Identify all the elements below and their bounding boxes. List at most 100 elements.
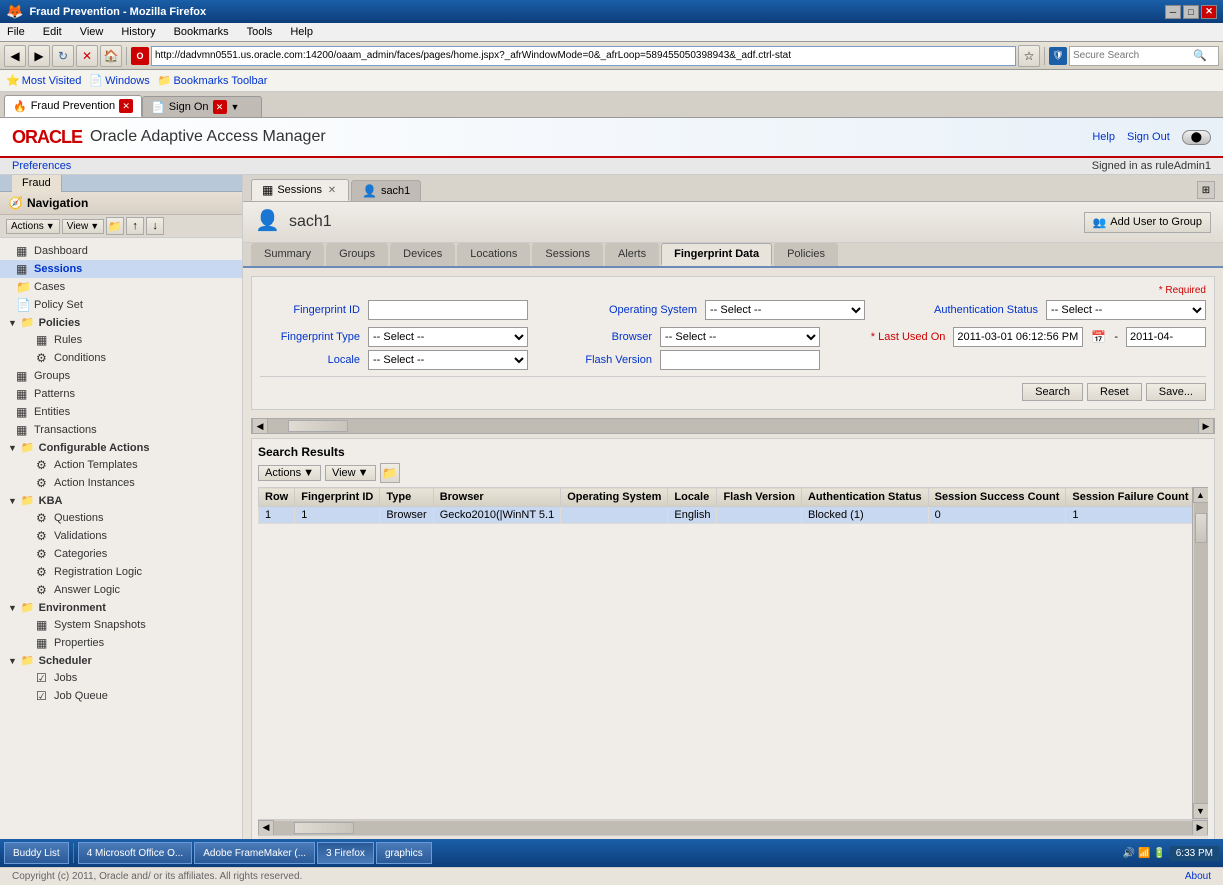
float-window-btn[interactable]: ⊞ <box>1197 181 1215 199</box>
sidebar-item-entities[interactable]: ▦ Entities <box>0 403 242 421</box>
signon-tab-close[interactable]: ✕ <box>213 100 227 114</box>
sidebar-item-jobs[interactable]: ☑ Jobs <box>0 669 242 687</box>
results-folder-btn[interactable]: 📁 <box>380 463 400 483</box>
sidebar-group-environment[interactable]: ▼ 📁 Environment <box>0 599 242 616</box>
sidebar-item-properties[interactable]: ▦ Properties <box>0 634 242 652</box>
taskbar-graphics[interactable]: graphics <box>376 842 432 864</box>
preferences-link[interactable]: Preferences <box>12 160 71 172</box>
sidebar-item-categories[interactable]: ⚙ Categories <box>0 545 242 563</box>
flash-version-input[interactable] <box>660 350 820 370</box>
fraud-tab-close[interactable]: ✕ <box>119 99 133 113</box>
results-h-thumb[interactable] <box>294 822 354 834</box>
last-used-on-to-input[interactable] <box>1126 327 1206 347</box>
sidebar-item-action-templates[interactable]: ⚙ Action Templates <box>0 456 242 474</box>
menu-tools[interactable]: Tools <box>244 25 276 39</box>
menu-history[interactable]: History <box>118 25 158 39</box>
stop-btn[interactable]: ✕ <box>76 45 98 67</box>
sub-tab-devices[interactable]: Devices <box>390 243 455 266</box>
sub-tab-sessions[interactable]: Sessions <box>532 243 603 266</box>
sidebar-group-scheduler[interactable]: ▼ 📁 Scheduler <box>0 652 242 669</box>
menu-file[interactable]: File <box>4 25 28 39</box>
sidebar-item-patterns[interactable]: ▦ Patterns <box>0 385 242 403</box>
back-btn[interactable]: ◀ <box>4 45 26 67</box>
view-dropdown-btn[interactable]: View ▼ <box>62 219 104 234</box>
sub-tab-groups[interactable]: Groups <box>326 243 388 266</box>
sidebar-group-policies[interactable]: ▼ 📁 Policies <box>0 314 242 331</box>
minimize-btn[interactable]: ─ <box>1165 5 1181 19</box>
tab-menu-icon[interactable]: ▼ <box>231 102 240 112</box>
sidebar-item-validations[interactable]: ⚙ Validations <box>0 527 242 545</box>
menu-help[interactable]: Help <box>287 25 316 39</box>
h-scroll-right-btn[interactable]: ▶ <box>1198 418 1214 434</box>
sub-tab-alerts[interactable]: Alerts <box>605 243 659 266</box>
reload-btn[interactable]: ↻ <box>52 45 74 67</box>
table-row[interactable]: 1 1 Browser Gecko2010(|WinNT 5.1 English… <box>259 507 1193 524</box>
url-input[interactable] <box>151 46 1016 66</box>
last-used-on-from-input[interactable] <box>953 327 1083 347</box>
browser-tab-fraud[interactable]: 🔥 Fraud Prevention ✕ <box>4 95 142 117</box>
operating-system-select[interactable]: -- Select -- <box>705 300 865 320</box>
scroll-down-btn[interactable]: ▼ <box>1193 803 1209 819</box>
results-actions-btn[interactable]: Actions ▼ <box>258 465 321 481</box>
sidebar-item-system-snapshots[interactable]: ▦ System Snapshots <box>0 616 242 634</box>
sessions-tab-close-btn[interactable]: ✕ <box>326 184 338 196</box>
browser-select[interactable]: -- Select -- <box>660 327 820 347</box>
taskbar-office[interactable]: 4 Microsoft Office O... <box>78 842 193 864</box>
sidebar-item-conditions[interactable]: ⚙ Conditions <box>0 349 242 367</box>
bookmarks-toolbar-link[interactable]: 📁 Bookmarks Toolbar <box>158 74 268 87</box>
scroll-thumb[interactable] <box>1195 513 1207 543</box>
scroll-up-btn[interactable]: ▲ <box>1193 487 1209 503</box>
sub-tab-policies[interactable]: Policies <box>774 243 838 266</box>
taskbar-buddy-list[interactable]: Buddy List <box>4 842 69 864</box>
nav-down-btn[interactable]: ↓ <box>146 217 164 235</box>
sub-tab-fingerprint-data[interactable]: Fingerprint Data <box>661 243 772 266</box>
content-tab-sessions[interactable]: ▦ Sessions ✕ <box>251 179 349 201</box>
fingerprint-id-input[interactable] <box>368 300 528 320</box>
content-tab-sach1[interactable]: 👤 sach1 <box>351 180 421 201</box>
sidebar-item-action-instances[interactable]: ⚙ Action Instances <box>0 474 242 492</box>
sidebar-item-groups[interactable]: ▦ Groups <box>0 367 242 385</box>
calendar-icon[interactable]: 📅 <box>1091 330 1106 344</box>
sidebar-item-job-queue[interactable]: ☑ Job Queue <box>0 687 242 705</box>
browser-tab-signon[interactable]: 📄 Sign On ✕ ▼ <box>142 96 262 117</box>
results-view-btn[interactable]: View ▼ <box>325 465 376 481</box>
add-user-to-group-btn[interactable]: 👥 Add User to Group <box>1084 212 1211 233</box>
menu-bookmarks[interactable]: Bookmarks <box>171 25 232 39</box>
sidebar-item-policyset[interactable]: 📄 Policy Set <box>0 296 242 314</box>
sidebar-group-kba[interactable]: ▼ 📁 KBA <box>0 492 242 509</box>
sub-tab-summary[interactable]: Summary <box>251 243 324 266</box>
fraud-tab[interactable]: Fraud <box>12 175 62 192</box>
fingerprint-type-select[interactable]: -- Select -- <box>368 327 528 347</box>
help-link[interactable]: Help <box>1092 131 1115 143</box>
sidebar-item-registration-logic[interactable]: ⚙ Registration Logic <box>0 563 242 581</box>
bookmark-star[interactable]: ☆ <box>1018 45 1040 67</box>
menu-edit[interactable]: Edit <box>40 25 65 39</box>
maximize-btn[interactable]: □ <box>1183 5 1199 19</box>
secure-search-icon[interactable]: 🔍 <box>1193 49 1207 62</box>
secure-search-input[interactable] <box>1073 50 1193 61</box>
sidebar-group-configurable-actions[interactable]: ▼ 📁 Configurable Actions <box>0 439 242 456</box>
taskbar-framemaker[interactable]: Adobe FrameMaker (... <box>194 842 315 864</box>
authentication-status-select[interactable]: -- Select -- <box>1046 300 1206 320</box>
sidebar-item-rules[interactable]: ▦ Rules <box>0 331 242 349</box>
signout-link[interactable]: Sign Out <box>1127 131 1170 143</box>
sidebar-item-answer-logic[interactable]: ⚙ Answer Logic <box>0 581 242 599</box>
sidebar-item-transactions[interactable]: ▦ Transactions <box>0 421 242 439</box>
about-link[interactable]: About <box>1185 871 1211 882</box>
taskbar-firefox[interactable]: 3 Firefox <box>317 842 374 864</box>
sidebar-item-questions[interactable]: ⚙ Questions <box>0 509 242 527</box>
nav-up-btn[interactable]: ↑ <box>126 217 144 235</box>
h-scroll-thumb[interactable] <box>288 420 348 432</box>
reset-btn[interactable]: Reset <box>1087 383 1142 401</box>
home-btn[interactable]: 🏠 <box>100 45 122 67</box>
nav-folder-btn[interactable]: 📁 <box>106 217 124 235</box>
most-visited-link[interactable]: ⭐ Most Visited <box>6 74 81 87</box>
actions-dropdown-btn[interactable]: Actions ▼ <box>6 219 60 234</box>
results-h-scroll-left[interactable]: ◀ <box>258 820 274 836</box>
forward-btn[interactable]: ▶ <box>28 45 50 67</box>
menu-view[interactable]: View <box>77 25 107 39</box>
windows-link[interactable]: 📄 Windows <box>89 74 149 87</box>
close-btn[interactable]: ✕ <box>1201 5 1217 19</box>
results-h-scroll-right[interactable]: ▶ <box>1192 820 1208 836</box>
oval-button[interactable]: ⬤ <box>1182 130 1211 145</box>
